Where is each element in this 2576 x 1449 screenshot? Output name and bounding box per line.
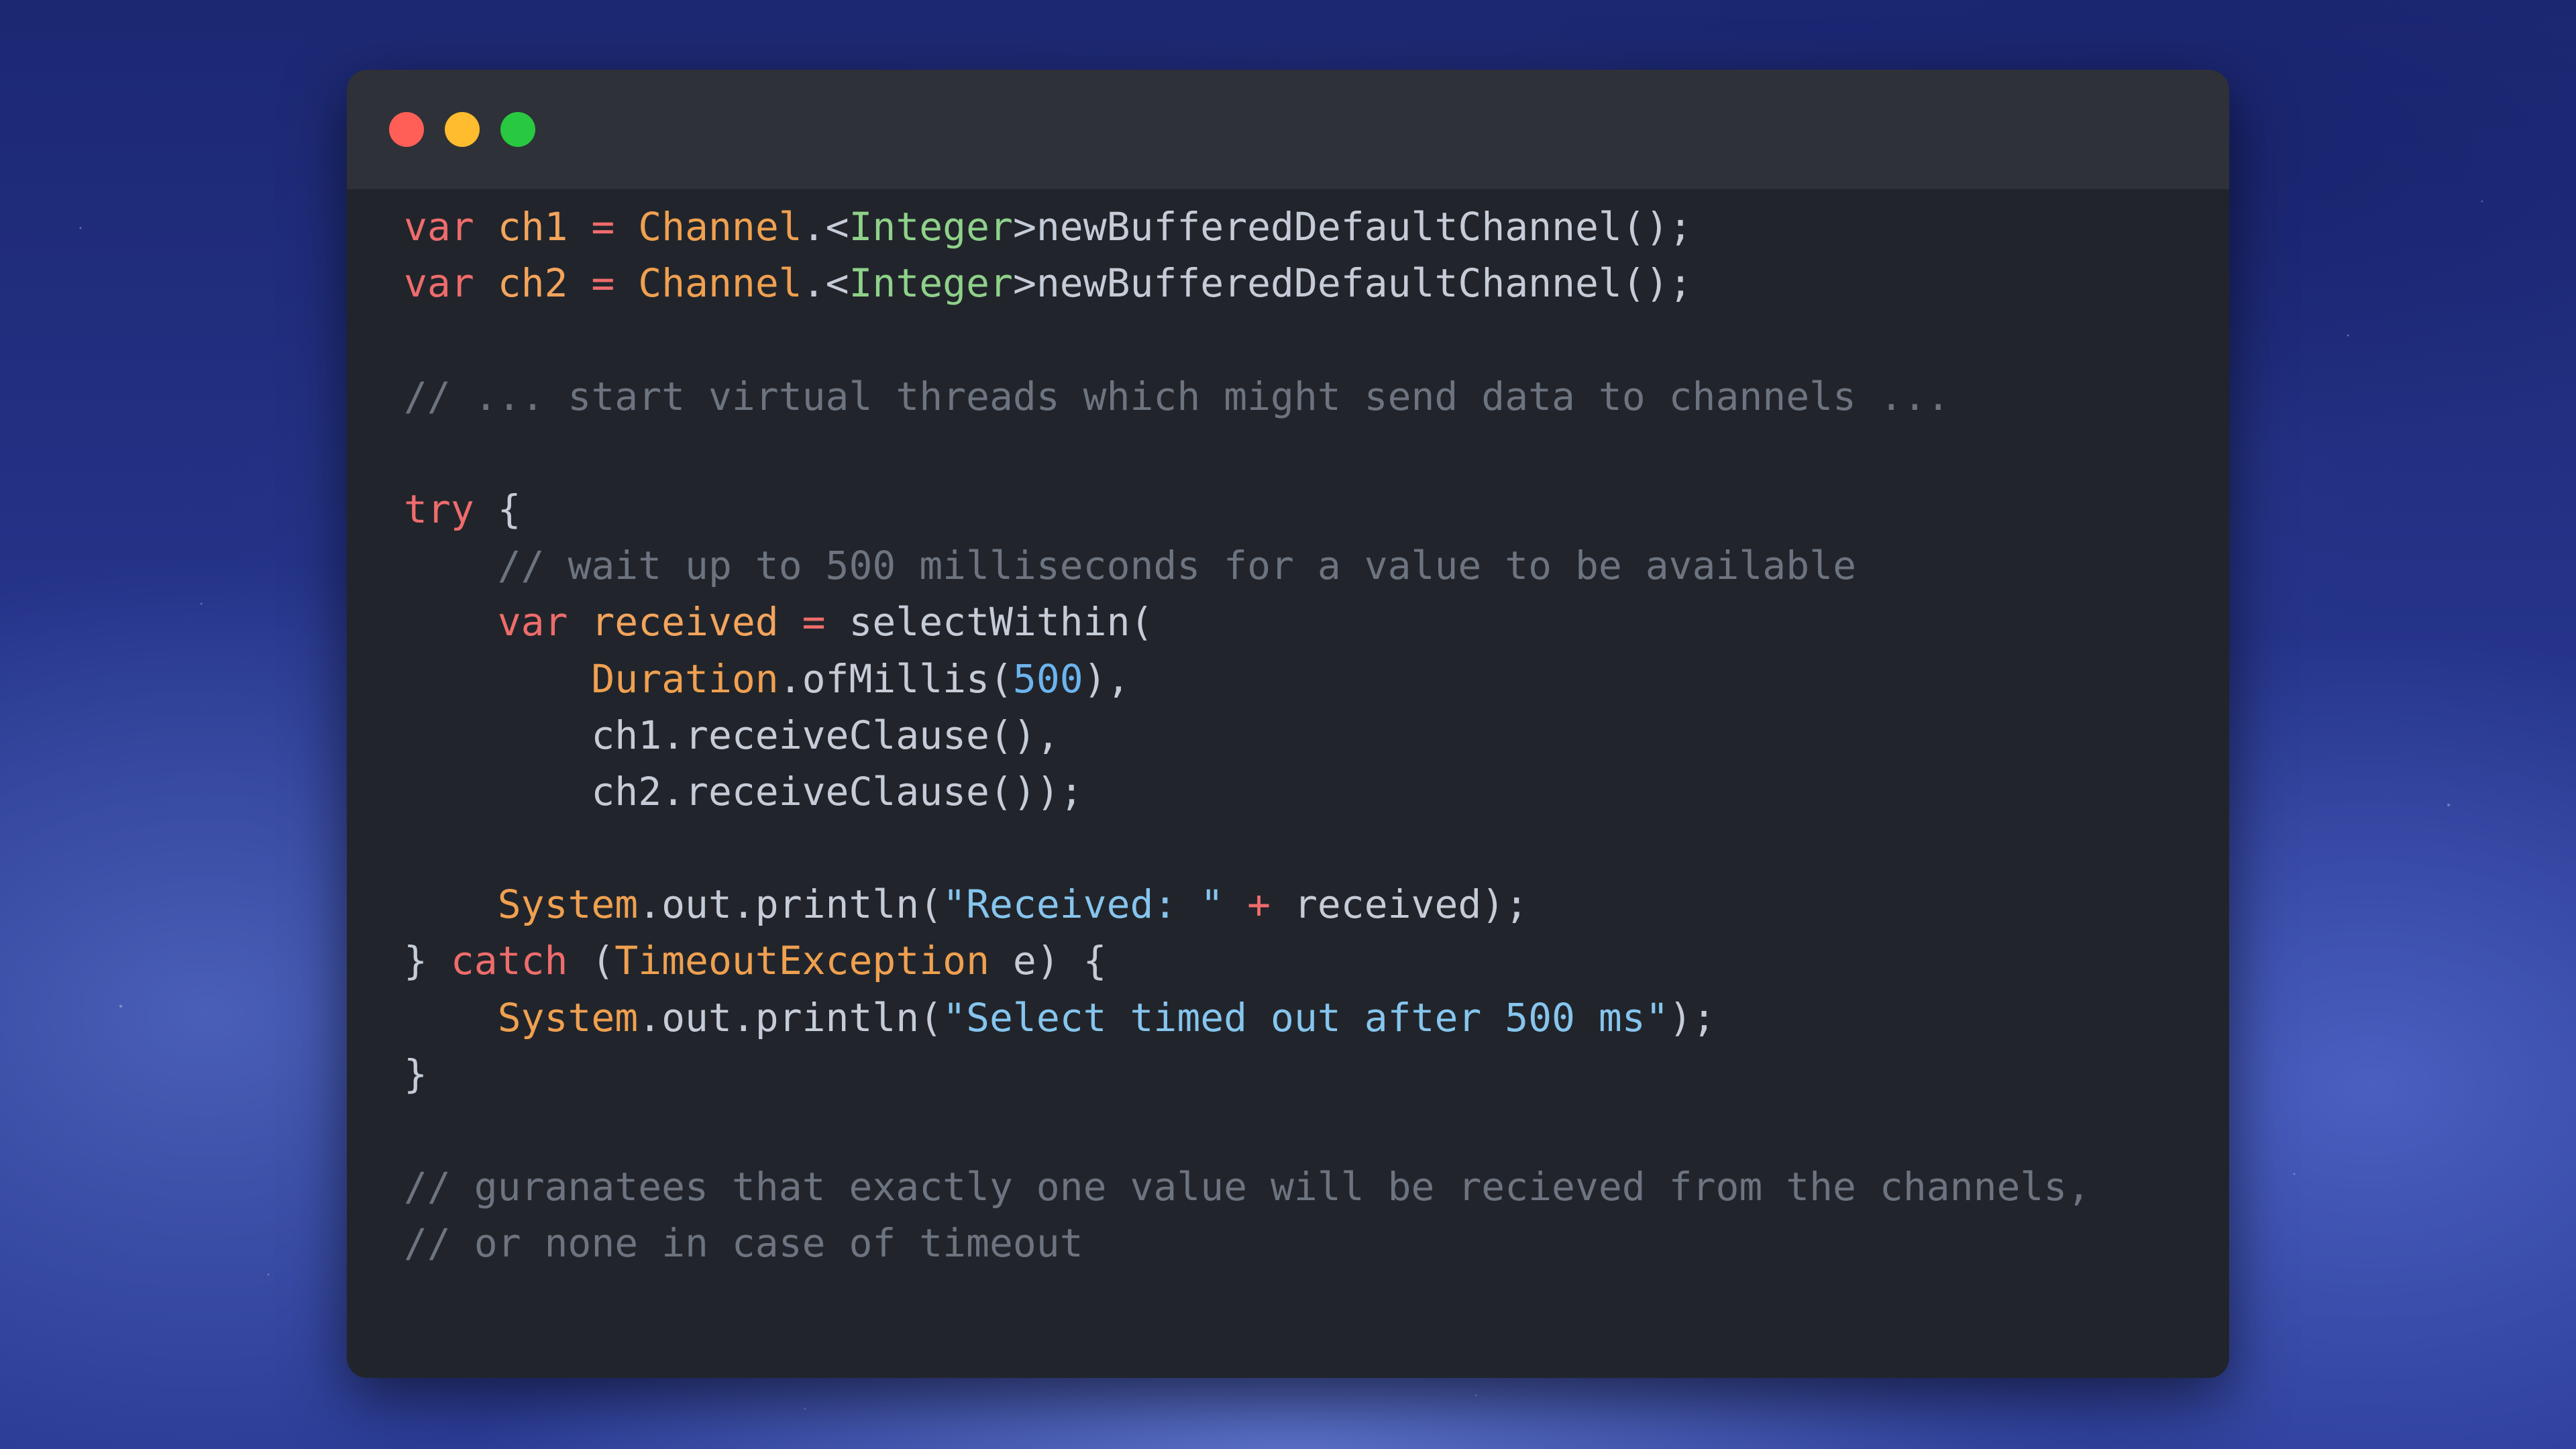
code-token-plain: received); [1271, 881, 1529, 928]
code-window: var ch1 = Channel.<Integer>newBufferedDe… [347, 70, 2229, 1378]
code-line: var ch2 = Channel.<Integer>newBufferedDe… [404, 255, 2090, 311]
code-line: System.out.println("Received: " + receiv… [404, 876, 2090, 932]
code-token-kw: catch [450, 938, 568, 984]
code-token-cmt: // wait up to 500 milliseconds for a val… [497, 543, 1856, 589]
code-line: System.out.println("Select timed out aft… [404, 989, 2090, 1046]
code-token-cls: TimeoutException [614, 938, 989, 984]
code-token-plain: .< [802, 204, 849, 250]
code-token-kw: try [404, 486, 474, 532]
code-line: try { [404, 481, 2090, 537]
code-token-plain: ), [1083, 655, 1130, 702]
code-line: ch2.receiveClause()); [404, 763, 2090, 820]
code-token-plain: e) { [989, 938, 1107, 984]
code-token-plain: ch1.receiveClause(), [404, 712, 1060, 758]
code-token-kw: var [497, 599, 568, 645]
code-token-var: received [591, 599, 779, 645]
code-line: var ch1 = Channel.<Integer>newBufferedDe… [404, 199, 2090, 255]
code-token-plain: { [474, 486, 521, 532]
code-token-kw: = [802, 599, 826, 645]
code-line: // wait up to 500 milliseconds for a val… [404, 537, 2090, 594]
code-line: } [404, 1046, 2090, 1102]
code-token-str: "Received: " [943, 881, 1224, 928]
code-token-cmt: // ... start virtual threads which might… [404, 373, 1950, 419]
code-token-plain: selectWithin( [825, 599, 1154, 645]
minimize-dot-icon[interactable] [445, 112, 480, 147]
code-token-var: ch2 [497, 260, 568, 307]
code-token-str: "Select timed out after 500 ms" [943, 994, 1669, 1040]
code-token-kw: var [404, 260, 474, 307]
code-token-plain: .out.println( [638, 881, 943, 928]
close-dot-icon[interactable] [389, 112, 424, 147]
code-block: var ch1 = Channel.<Integer>newBufferedDe… [404, 199, 2090, 1272]
code-token-num: 500 [1012, 655, 1083, 702]
code-token-cls: Channel [638, 204, 802, 250]
code-line: ch1.receiveClause(), [404, 707, 2090, 763]
code-token-plain: .ofMillis( [778, 655, 1013, 702]
code-token-plain: ( [568, 938, 615, 984]
code-token-kw: = [591, 260, 615, 307]
code-line: var received = selectWithin( [404, 594, 2090, 650]
code-token-cmt: // guranatees that exactly one value wil… [404, 1164, 2091, 1210]
code-token-cls: Channel [638, 260, 802, 307]
code-token-plain: .out.println( [638, 994, 943, 1040]
maximize-dot-icon[interactable] [500, 112, 535, 147]
code-token-cls: System [497, 881, 639, 928]
code-token-cls: Duration [591, 655, 779, 702]
code-token-plain: >newBufferedDefaultChannel(); [1012, 204, 1693, 250]
code-token-cmt: // or none in case of timeout [404, 1220, 1083, 1267]
code-token-kw: + [1247, 881, 1271, 928]
code-token-plain: } [404, 938, 451, 984]
code-line: // guranatees that exactly one value wil… [404, 1159, 2090, 1215]
code-token-gen: Integer [849, 260, 1013, 307]
code-line: // ... start virtual threads which might… [404, 368, 2090, 425]
code-token-kw: = [591, 204, 615, 250]
code-token-plain: >newBufferedDefaultChannel(); [1012, 260, 1693, 307]
window-titlebar [347, 70, 2229, 189]
code-token-plain: .< [802, 260, 849, 307]
code-line: } catch (TimeoutException e) { [404, 932, 2090, 989]
code-token-kw: var [404, 204, 474, 250]
code-line: Duration.ofMillis(500), [404, 651, 2090, 707]
code-token-plain: ); [1668, 994, 1716, 1040]
code-line: // or none in case of timeout [404, 1215, 2090, 1271]
code-token-plain: ch2.receiveClause()); [404, 768, 1083, 814]
code-token-var: ch1 [497, 204, 568, 250]
code-token-gen: Integer [849, 204, 1013, 250]
code-token-cls: System [497, 994, 639, 1040]
code-token-plain: } [404, 1051, 427, 1097]
